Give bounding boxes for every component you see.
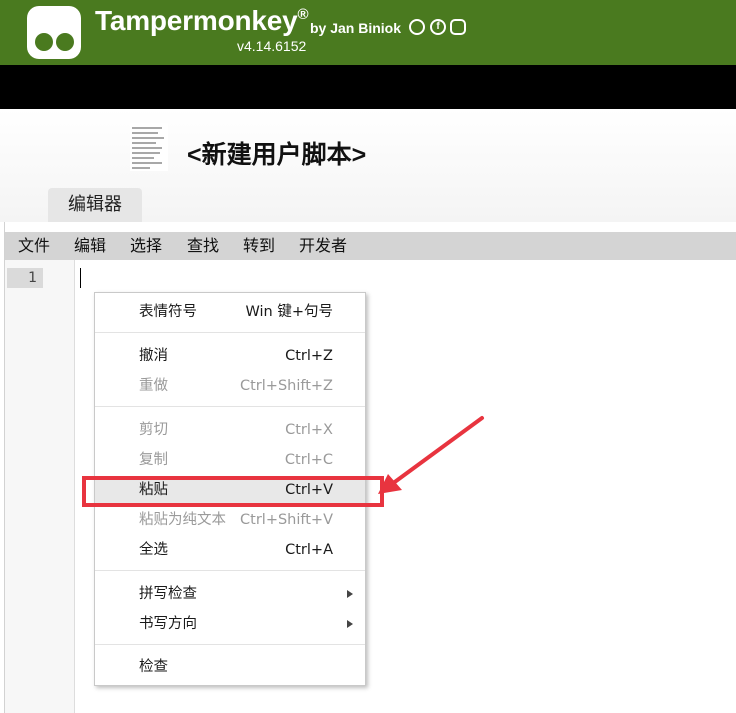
- menu-item-copy: 复制 Ctrl+C: [139, 452, 333, 468]
- submenu-arrow-icon: [347, 620, 353, 628]
- menu-select[interactable]: 选择: [130, 232, 162, 260]
- menu-item-cut: 剪切 Ctrl+X: [139, 422, 333, 438]
- line-gutter: 1: [5, 260, 75, 713]
- app-version: v4.14.6152: [237, 38, 307, 54]
- menu-separator: [95, 332, 365, 333]
- menu-item-inspect[interactable]: 检查: [95, 654, 365, 680]
- menu-separator: [95, 406, 365, 407]
- registered-mark: ®: [297, 6, 309, 23]
- app-name: Tampermonkey: [95, 5, 298, 36]
- facebook-icon[interactable]: f: [430, 19, 446, 35]
- app-header: Tampermonkey® by Jan Biniok f v4.14.6152: [0, 0, 736, 65]
- line-number: 1: [7, 268, 43, 288]
- annotation-arrow-icon: [378, 416, 484, 494]
- menu-item-emoji[interactable]: 表情符号 Win 键+句号: [95, 299, 365, 325]
- highlight-box: [82, 476, 384, 507]
- menu-item-select-all[interactable]: 全选 Ctrl+A: [95, 537, 365, 563]
- author-byline: by Jan Biniok: [310, 20, 402, 36]
- menu-file[interactable]: 文件: [18, 232, 50, 260]
- menu-separator: [95, 644, 365, 645]
- app-title: Tampermonkey®: [95, 5, 309, 37]
- github-icon[interactable]: [409, 19, 425, 35]
- menu-item-undo[interactable]: 撤消 Ctrl+Z: [95, 343, 365, 369]
- editor-menubar: 文件 编辑 选择 查找 转到 开发者: [5, 232, 736, 260]
- toolbar-bar: [0, 65, 736, 109]
- logo-eye-right: [56, 33, 74, 51]
- menu-separator: [95, 570, 365, 571]
- script-header: <新建用户脚本> 编辑器: [0, 109, 736, 222]
- menu-item-spellcheck[interactable]: 拼写检查: [95, 581, 365, 607]
- menu-find[interactable]: 查找: [187, 232, 219, 260]
- menu-item-redo: 重做 Ctrl+Shift+Z: [139, 378, 333, 394]
- menu-item-writing-direction[interactable]: 书写方向: [95, 611, 365, 637]
- instagram-icon[interactable]: [450, 19, 466, 35]
- logo-eye-left: [35, 33, 53, 51]
- tampermonkey-logo-icon[interactable]: [27, 6, 81, 59]
- tab-editor[interactable]: 编辑器: [48, 188, 142, 222]
- menu-item-paste-plain: 粘贴为纯文本 Ctrl+Shift+V: [139, 512, 333, 528]
- script-name: <新建用户脚本>: [187, 141, 367, 169]
- script-icon: [130, 123, 168, 171]
- menu-developer[interactable]: 开发者: [299, 232, 347, 260]
- menu-goto[interactable]: 转到: [243, 232, 275, 260]
- menu-edit[interactable]: 编辑: [74, 232, 106, 260]
- text-cursor: [80, 268, 81, 288]
- submenu-arrow-icon: [347, 590, 353, 598]
